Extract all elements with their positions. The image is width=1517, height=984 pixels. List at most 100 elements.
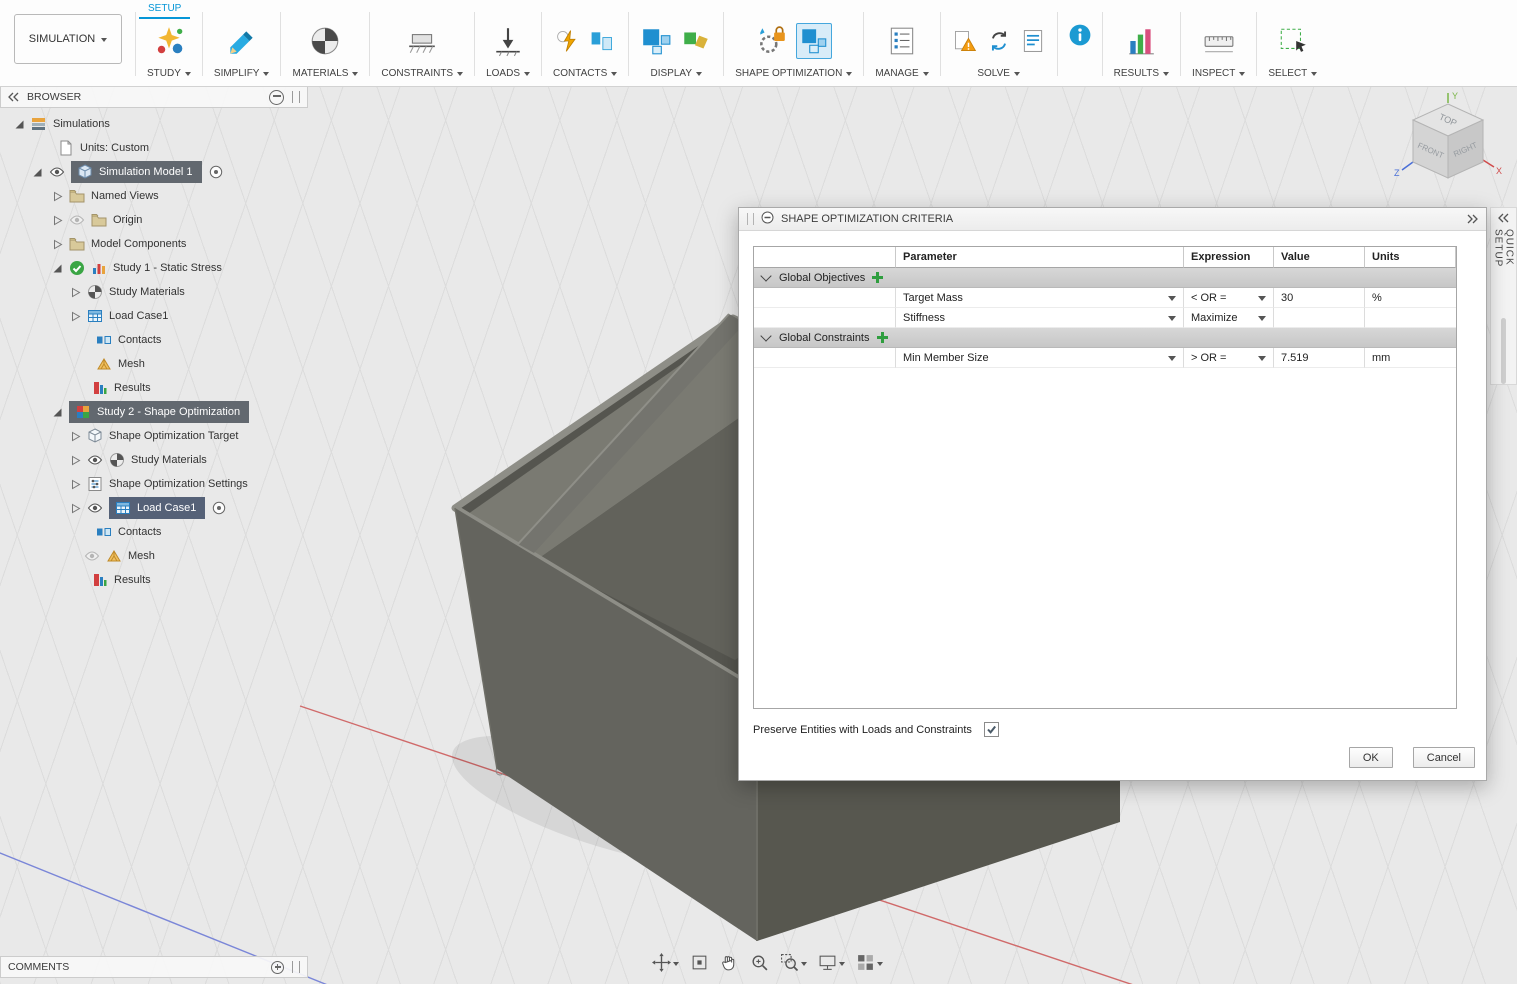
tree-item-study2-mesh[interactable]: Mesh	[0, 544, 330, 568]
parameter-dropdown[interactable]: Stiffness	[896, 308, 1184, 328]
cancel-button[interactable]: Cancel	[1412, 747, 1475, 768]
tree-item-study1-materials[interactable]: Study Materials	[0, 280, 330, 304]
pre-check-button[interactable]	[952, 26, 978, 56]
materials-button[interactable]	[309, 25, 341, 57]
group-row-global-constraints[interactable]: Global Constraints	[754, 328, 1456, 348]
ok-button[interactable]: OK	[1348, 747, 1393, 768]
collapse-circle-icon[interactable]	[269, 89, 284, 105]
activate-radio-icon[interactable]	[211, 500, 227, 516]
info-button[interactable]	[1067, 22, 1093, 48]
collapsed-arrow-icon[interactable]	[52, 239, 63, 250]
constraints-button[interactable]	[406, 25, 438, 57]
display-menu[interactable]: DISPLAY	[651, 68, 703, 79]
study-menu[interactable]: STUDY	[147, 68, 191, 79]
zoom-button[interactable]	[750, 953, 769, 972]
chevron-down-icon[interactable]	[760, 330, 772, 342]
tree-item-shape-optimization-target[interactable]: Shape Optimization Target	[0, 424, 330, 448]
eye-icon[interactable]	[49, 164, 65, 180]
shape-optimization-menu[interactable]: SHAPE OPTIMIZATION	[735, 68, 853, 79]
collapsed-arrow-icon[interactable]	[70, 311, 81, 322]
display-settings-button[interactable]	[818, 953, 845, 972]
automatic-contacts-button[interactable]	[555, 26, 581, 56]
shape-optimization-criteria-button[interactable]	[756, 25, 788, 57]
materials-menu[interactable]: MATERIALS	[292, 68, 359, 79]
tree-item-study1-contacts[interactable]: Contacts	[0, 328, 330, 352]
tree-item-study1-load-case[interactable]: Load Case1	[0, 304, 330, 328]
vertical-scrollbar[interactable]	[1501, 317, 1506, 384]
results-button[interactable]	[1125, 25, 1157, 57]
tree-item-study1-mesh[interactable]: Mesh	[0, 352, 330, 376]
expand-circle-icon[interactable]	[271, 960, 284, 974]
solve-button[interactable]	[986, 26, 1012, 56]
expression-dropdown[interactable]: Maximize	[1184, 308, 1274, 328]
tree-item-study2-results[interactable]: Results	[0, 568, 330, 592]
zoom-window-button[interactable]	[780, 953, 807, 972]
tree-item-study2-load-case[interactable]: Load Case1	[0, 496, 330, 520]
eye-icon[interactable]	[87, 452, 103, 468]
tree-item-study2-materials[interactable]: Study Materials	[0, 448, 330, 472]
solve-menu[interactable]: SOLVE	[977, 68, 1020, 79]
selected-row-highlight[interactable]: Load Case1	[109, 497, 206, 519]
browser-panel-header[interactable]: BROWSER	[0, 86, 308, 108]
display-layout-button[interactable]	[640, 25, 672, 57]
group-row-global-objectives[interactable]: Global Objectives	[754, 268, 1456, 288]
job-status-button[interactable]	[1020, 26, 1046, 56]
orbit-pan-button[interactable]	[652, 953, 679, 972]
collapse-left-icon[interactable]	[1498, 213, 1509, 223]
constraints-menu[interactable]: CONSTRAINTS	[381, 68, 464, 79]
tree-item-study1-results[interactable]: Results	[0, 376, 330, 400]
loads-button[interactable]	[492, 25, 524, 57]
eye-icon[interactable]	[87, 500, 103, 516]
tree-item-study-2[interactable]: Study 2 - Shape Optimization	[0, 400, 330, 424]
results-menu[interactable]: RESULTS	[1114, 68, 1170, 79]
tree-item-study-1[interactable]: Study 1 - Static Stress	[0, 256, 330, 280]
panel-drag-grip[interactable]	[292, 961, 300, 973]
expand-right-icon[interactable]	[1467, 214, 1478, 224]
tree-item-simulations[interactable]: Simulations	[0, 112, 330, 136]
comments-panel-header[interactable]: COMMENTS	[0, 956, 308, 978]
loads-menu[interactable]: LOADS	[486, 68, 530, 79]
dialog-drag-grip[interactable]	[747, 213, 754, 225]
select-menu[interactable]: SELECT	[1268, 68, 1318, 79]
value-field[interactable]: 30	[1274, 288, 1365, 308]
expand-arrow-icon[interactable]	[32, 167, 43, 178]
simplify-button[interactable]	[226, 25, 258, 57]
eye-hidden-icon[interactable]	[69, 212, 85, 228]
inspect-button[interactable]	[1203, 25, 1235, 57]
dialog-title-bar[interactable]: SHAPE OPTIMIZATION CRITERIA	[739, 208, 1486, 231]
preserve-entities-checkbox[interactable]	[983, 722, 999, 737]
pan-button[interactable]	[720, 953, 739, 972]
value-field[interactable]	[1274, 308, 1365, 328]
tree-item-named-views[interactable]: Named Views	[0, 184, 330, 208]
expression-dropdown[interactable]: < OR =	[1184, 288, 1274, 308]
expand-arrow-icon[interactable]	[52, 263, 63, 274]
expression-dropdown[interactable]: > OR =	[1184, 348, 1274, 368]
manage-button[interactable]	[886, 25, 918, 57]
value-field[interactable]: 7.519	[1274, 348, 1365, 368]
selected-row-highlight[interactable]: Study 2 - Shape Optimization	[69, 401, 250, 423]
tree-item-model-components[interactable]: Model Components	[0, 232, 330, 256]
panel-drag-grip[interactable]	[292, 91, 300, 103]
select-button[interactable]	[1277, 25, 1309, 57]
collapsed-arrow-icon[interactable]	[70, 287, 81, 298]
add-constraint-button[interactable]	[876, 332, 888, 343]
tree-item-study2-contacts[interactable]: Contacts	[0, 520, 330, 544]
collapsed-arrow-icon[interactable]	[52, 191, 63, 202]
grid-layout-button[interactable]	[856, 953, 883, 972]
selected-row-highlight[interactable]: Simulation Model 1	[71, 161, 202, 183]
contacts-menu[interactable]: CONTACTS	[553, 68, 618, 79]
tree-item-origin[interactable]: Origin	[0, 208, 330, 232]
eye-hidden-icon[interactable]	[84, 548, 100, 564]
tab-setup[interactable]: SETUP	[139, 0, 191, 19]
collapsed-arrow-icon[interactable]	[70, 503, 81, 514]
tree-item-shape-optimization-settings[interactable]: Shape Optimization Settings	[0, 472, 330, 496]
expand-arrow-icon[interactable]	[14, 119, 25, 130]
workspace-switcher-button[interactable]: SIMULATION	[14, 14, 122, 64]
collapse-circle-icon[interactable]	[761, 211, 774, 227]
collapsed-arrow-icon[interactable]	[70, 455, 81, 466]
tree-item-simulation-model-1[interactable]: Simulation Model 1	[0, 160, 330, 184]
inspect-menu[interactable]: INSPECT	[1192, 68, 1246, 79]
viewcube[interactable]: TOP FRONT RIGHT Y X Z	[1392, 90, 1504, 198]
expand-arrow-icon[interactable]	[52, 407, 63, 418]
collapsed-arrow-icon[interactable]	[70, 479, 81, 490]
